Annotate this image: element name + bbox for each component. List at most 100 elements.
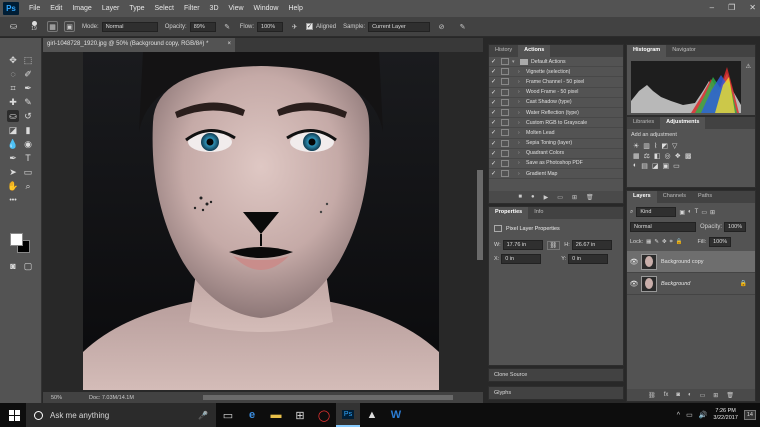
gradient-tool-icon[interactable]: ▮	[22, 124, 34, 136]
check-icon[interactable]: ✓	[489, 170, 498, 177]
color-balance-icon[interactable]: ⚖	[644, 152, 650, 160]
tab-history[interactable]: History	[489, 45, 518, 57]
hand-tool-icon[interactable]: ✋	[7, 180, 19, 192]
dialog-toggle-icon[interactable]	[501, 68, 509, 76]
exposure-icon[interactable]: ◩	[661, 142, 668, 150]
expand-icon[interactable]: ›	[518, 160, 526, 166]
dialog-toggle-icon[interactable]	[501, 98, 509, 106]
task-view-icon[interactable]: ▭	[216, 403, 240, 427]
menu-select[interactable]: Select	[155, 5, 174, 12]
clone-stamp-tool-icon[interactable]: ⛀	[7, 110, 19, 122]
clone-source-panel[interactable]: Clone Source	[488, 368, 624, 382]
opera-icon[interactable]: ◯	[312, 403, 336, 427]
tab-histogram[interactable]: Histogram	[627, 45, 667, 57]
check-icon[interactable]: ✓	[489, 160, 498, 167]
dialog-toggle-icon[interactable]	[501, 109, 509, 117]
pressure-size-icon[interactable]: ✎	[457, 21, 468, 32]
expand-icon[interactable]: ›	[518, 110, 526, 116]
document-image[interactable]	[83, 52, 439, 390]
menu-type[interactable]: Type	[129, 5, 144, 12]
new-layer-icon[interactable]: ⊞	[713, 392, 718, 399]
mode-select[interactable]: Normal	[101, 21, 158, 32]
play-icon[interactable]: ▶	[544, 194, 549, 201]
check-icon[interactable]: ✓	[489, 150, 498, 157]
dodge-tool-icon[interactable]: ◉	[22, 138, 34, 150]
lock-all-icon[interactable]: 🔒	[676, 239, 683, 245]
minimize-button[interactable]: –	[710, 3, 714, 12]
history-brush-tool-icon[interactable]: ↺	[22, 110, 34, 122]
record-icon[interactable]: ●	[531, 194, 535, 200]
maximize-button[interactable]: ❐	[728, 3, 735, 12]
file-explorer-icon[interactable]: ▬	[264, 403, 288, 427]
delete-icon[interactable]: 🗑	[586, 194, 594, 201]
network-icon[interactable]: ▭	[686, 411, 693, 419]
threshold-icon[interactable]: ◪	[652, 162, 659, 170]
expand-icon[interactable]: ›	[518, 140, 526, 146]
hue-saturation-icon[interactable]: ▦	[633, 152, 640, 160]
check-icon[interactable]: ✓	[489, 99, 498, 106]
crop-tool-icon[interactable]: ⌗	[7, 82, 19, 94]
volume-icon[interactable]: 🔊	[699, 411, 708, 419]
start-button[interactable]	[2, 403, 26, 427]
dialog-toggle-icon[interactable]	[501, 170, 509, 178]
zoom-level[interactable]: 50%	[51, 395, 79, 401]
dialog-toggle-icon[interactable]	[501, 149, 509, 157]
move-tool-icon[interactable]: ✥	[7, 54, 19, 66]
filter-pixel-icon[interactable]: ▣	[679, 209, 685, 216]
tab-adjustments[interactable]: Adjustments	[660, 117, 706, 129]
microphone-icon[interactable]: 🎤	[198, 411, 208, 420]
canvas-area[interactable]	[43, 52, 483, 392]
menu-image[interactable]: Image	[72, 5, 91, 12]
filter-smart-icon[interactable]: ⊞	[710, 209, 715, 216]
lock-artboard-icon[interactable]: ⌗	[670, 239, 673, 246]
vibrance-icon[interactable]: ▽	[672, 142, 677, 150]
dialog-toggle-icon[interactable]	[501, 88, 509, 96]
tab-channels[interactable]: Channels	[657, 191, 692, 203]
layer-style-icon[interactable]: fx	[664, 392, 669, 398]
menu-layer[interactable]: Layer	[102, 5, 120, 12]
pressure-opacity-icon[interactable]: ✎	[222, 21, 233, 32]
document-tab[interactable]: girl-1048728_1920.jpg @ 50% (Background …	[43, 38, 235, 52]
pen-tool-icon[interactable]: ✒	[7, 152, 19, 164]
new-set-icon[interactable]: ▭	[557, 194, 563, 201]
screen-mode-icon[interactable]: ▢	[22, 260, 34, 272]
expand-icon[interactable]: ▾	[512, 59, 520, 65]
action-row[interactable]: ✓ › Quadrant Colors	[489, 149, 623, 159]
expand-icon[interactable]: ›	[518, 69, 526, 75]
dialog-toggle-icon[interactable]	[501, 58, 509, 66]
layer-mask-icon[interactable]: ◙	[676, 392, 680, 398]
eyedropper-tool-icon[interactable]: ✒	[22, 82, 34, 94]
opacity-field[interactable]: 89%	[189, 21, 216, 32]
posterize-icon[interactable]: ▤	[641, 162, 648, 170]
lasso-tool-icon[interactable]: ◌	[7, 68, 19, 80]
tab-libraries[interactable]: Libraries	[627, 117, 660, 129]
expand-icon[interactable]: ›	[518, 120, 526, 126]
curves-icon[interactable]: ⌇	[654, 142, 657, 150]
aligned-checkbox[interactable]: ✓	[306, 23, 314, 30]
link-icon[interactable]: ⛓	[546, 240, 561, 250]
color-lookup-icon[interactable]: ▩	[685, 152, 692, 160]
expand-icon[interactable]: ›	[518, 171, 526, 177]
delete-layer-icon[interactable]: 🗑	[726, 392, 734, 399]
brush-preset-picker[interactable]: 19	[27, 20, 41, 34]
filter-adjust-icon[interactable]: ◐	[688, 209, 692, 215]
word-icon[interactable]: W	[384, 403, 408, 427]
filter-shape-icon[interactable]: ▭	[701, 209, 707, 216]
foreground-color-swatch[interactable]	[10, 233, 23, 246]
selective-color-icon[interactable]: ▣	[662, 162, 669, 170]
dialog-toggle-icon[interactable]	[501, 139, 509, 147]
action-row[interactable]: ✓ › Cast Shadow (type)	[489, 98, 623, 108]
lock-position-icon[interactable]: ✥	[662, 239, 667, 245]
notification-badge[interactable]: 14	[743, 410, 756, 420]
black-white-icon[interactable]: ◧	[654, 152, 661, 160]
path-select-tool-icon[interactable]: ➤	[7, 166, 19, 178]
action-row[interactable]: ✓ › Molten Lead	[489, 128, 623, 139]
check-icon[interactable]: ✓	[489, 119, 498, 126]
tab-navigator[interactable]: Navigator	[666, 45, 702, 57]
blur-tool-icon[interactable]: 💧	[7, 138, 19, 150]
brush-tool-icon[interactable]: ✎	[22, 96, 34, 108]
tab-layers[interactable]: Layers	[627, 191, 657, 203]
check-icon[interactable]: ✓	[489, 129, 498, 136]
dialog-toggle-icon[interactable]	[501, 78, 509, 86]
clone-stamp-icon[interactable]: ⛀	[8, 21, 19, 32]
